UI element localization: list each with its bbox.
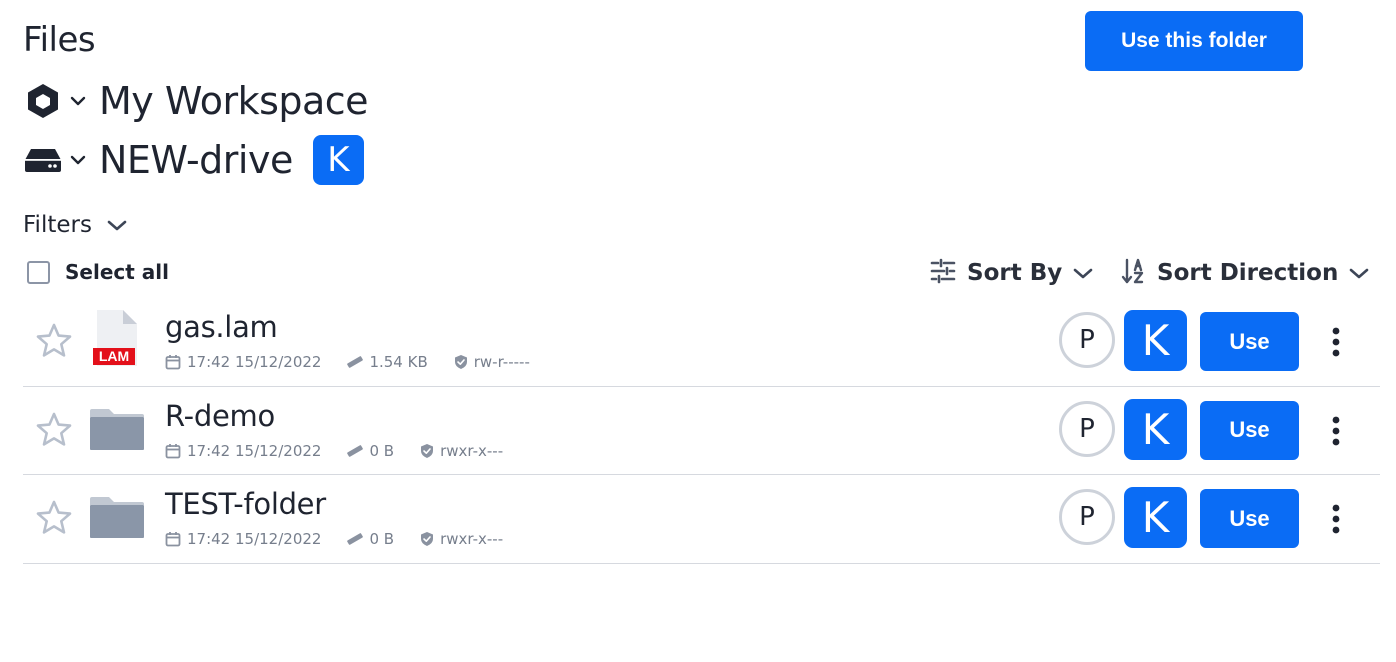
lam-file-icon: LAM — [89, 308, 145, 370]
avatar[interactable]: P — [1059, 400, 1115, 457]
file-permissions: rwxr-x--- — [420, 442, 503, 460]
star-icon[interactable] — [35, 499, 73, 537]
chevron-down-icon — [1072, 267, 1094, 280]
shield-check-icon — [454, 355, 467, 369]
file-row[interactable]: R-demo 17:42 15/12/2022 0 B rwxr-x--- P … — [23, 387, 1380, 475]
sliders-icon — [929, 258, 957, 288]
owner-badge[interactable]: K — [1124, 310, 1187, 371]
sort-direction-label: Sort Direction — [1157, 260, 1339, 286]
file-size: 0 B — [347, 442, 394, 460]
calendar-icon — [165, 355, 181, 370]
file-meta: 17:42 15/12/2022 0 B rwxr-x--- — [165, 442, 503, 460]
drive-owner-badge: K — [312, 135, 364, 185]
file-name[interactable]: gas.lam — [165, 310, 278, 344]
modified-date: 17:42 15/12/2022 — [165, 530, 321, 548]
use-button[interactable]: Use — [1200, 400, 1299, 460]
chevron-down-icon — [1348, 267, 1370, 280]
select-all[interactable]: Select all — [27, 257, 169, 287]
file-list: LAM gas.lam 17:42 15/12/2022 1.54 KB rw-… — [23, 298, 1380, 564]
file-name[interactable]: TEST-folder — [165, 487, 326, 521]
file-size: 0 B — [347, 530, 394, 548]
ruler-icon — [347, 356, 364, 368]
file-meta: 17:42 15/12/2022 0 B rwxr-x--- — [165, 530, 503, 548]
file-row[interactable]: LAM gas.lam 17:42 15/12/2022 1.54 KB rw-… — [23, 298, 1380, 387]
use-this-folder-button[interactable]: Use this folder — [1085, 11, 1303, 71]
sort-alpha-icon — [1121, 257, 1147, 289]
more-options-icon[interactable] — [1323, 322, 1349, 362]
drive-name: NEW-drive — [99, 138, 293, 182]
star-icon[interactable] — [35, 322, 73, 360]
shield-check-icon — [421, 443, 434, 458]
file-type-badge: LAM — [99, 348, 129, 364]
select-all-checkbox[interactable] — [27, 260, 50, 284]
page-title: Files — [23, 20, 96, 60]
filters-label: Filters — [23, 212, 92, 238]
breadcrumb-workspace[interactable]: My Workspace — [23, 76, 369, 126]
chevron-down-icon[interactable] — [67, 90, 89, 112]
file-permissions: rw-r----- — [454, 353, 530, 371]
folder-icon — [89, 485, 145, 547]
sort-by-label: Sort By — [967, 260, 1063, 286]
workspace-name: My Workspace — [99, 79, 369, 123]
chevron-down-icon[interactable] — [67, 149, 89, 171]
modified-date: 17:42 15/12/2022 — [165, 353, 321, 371]
ruler-icon — [347, 533, 364, 545]
sort-by-dropdown[interactable]: Sort By — [929, 256, 1094, 290]
shield-check-icon — [421, 532, 434, 546]
chevron-down-icon — [106, 219, 128, 232]
more-options-icon[interactable] — [1323, 411, 1349, 451]
more-options-icon[interactable] — [1323, 499, 1349, 539]
file-name[interactable]: R-demo — [165, 399, 275, 433]
owner-badge[interactable]: K — [1124, 487, 1187, 548]
file-row[interactable]: TEST-folder 17:42 15/12/2022 0 B rwxr-x-… — [23, 475, 1380, 564]
modified-date: 17:42 15/12/2022 — [165, 442, 321, 460]
ruler-icon — [347, 444, 364, 457]
avatar[interactable]: P — [1059, 312, 1115, 368]
sort-direction-dropdown[interactable]: Sort Direction — [1121, 256, 1370, 290]
file-permissions: rwxr-x--- — [420, 530, 503, 548]
calendar-icon — [165, 443, 181, 458]
star-icon[interactable] — [35, 411, 73, 449]
breadcrumb-drive[interactable]: NEW-drive K — [23, 135, 364, 185]
file-size: 1.54 KB — [347, 353, 428, 371]
avatar[interactable]: P — [1059, 489, 1115, 545]
file-meta: 17:42 15/12/2022 1.54 KB rw-r----- — [165, 353, 530, 371]
folder-icon — [89, 397, 145, 459]
calendar-icon — [165, 532, 181, 547]
filters-toggle[interactable]: Filters — [23, 208, 128, 242]
hard-drive-icon — [23, 140, 63, 180]
select-all-label: Select all — [65, 260, 169, 284]
owner-badge[interactable]: K — [1124, 398, 1187, 460]
hexagon-workspace-icon — [23, 81, 63, 121]
use-button[interactable]: Use — [1200, 312, 1299, 371]
use-button[interactable]: Use — [1200, 489, 1299, 548]
